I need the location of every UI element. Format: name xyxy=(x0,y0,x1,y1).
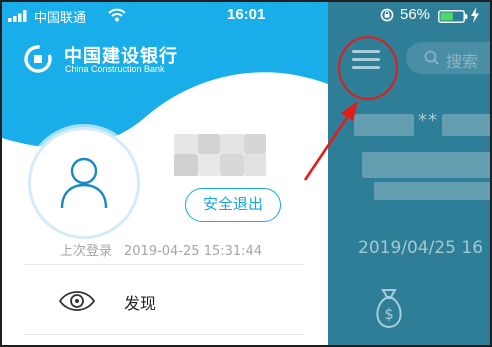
status-time: 16:01 xyxy=(227,6,266,23)
logout-button[interactable]: 安全退出 xyxy=(185,188,281,222)
signal-strength-icon xyxy=(8,10,27,22)
battery-icon xyxy=(438,10,468,23)
blurred-balance xyxy=(362,152,490,178)
money-bag-icon[interactable]: $ xyxy=(370,286,408,330)
eye-icon xyxy=(58,291,96,311)
blurred-username xyxy=(220,154,244,176)
blurred-username xyxy=(220,134,244,154)
menu-item-label: 发现 xyxy=(124,294,157,313)
carrier-name: 中国联通 xyxy=(34,11,87,26)
battery-percent: 56% xyxy=(400,6,431,23)
main-date: 2019/04/25 16 xyxy=(358,238,484,258)
app-screen: 搜索 ** 2019/04/25 16 $ 中国建设银行 China Const… xyxy=(0,0,492,347)
rotation-lock-icon xyxy=(380,8,394,22)
blurred-username xyxy=(198,134,220,154)
blurred-username xyxy=(174,154,198,176)
user-icon xyxy=(60,157,108,209)
blurred-username xyxy=(174,134,198,154)
last-login-info: 上次登录 2019-04-25 15:31:44 xyxy=(60,240,262,259)
status-bar: 中国联通 16:01 56% xyxy=(2,2,490,28)
divider xyxy=(24,264,304,265)
blurred-account-info xyxy=(442,114,490,136)
search-input[interactable]: 搜索 xyxy=(406,42,490,74)
charging-bolt-icon xyxy=(471,7,479,23)
menu-item-discover[interactable]: 发现 xyxy=(24,266,304,336)
ccb-logo-icon xyxy=(24,45,52,73)
side-drawer: 中国建设银行 China Construction Bank 安全退出 上次登录… xyxy=(2,2,328,345)
blurred-username xyxy=(244,154,266,176)
blurred-balance xyxy=(374,182,490,200)
divider xyxy=(24,334,304,335)
last-login-label: 上次登录 xyxy=(60,244,113,259)
blurred-username xyxy=(198,154,220,176)
wifi-icon xyxy=(108,8,126,22)
svg-text:$: $ xyxy=(384,305,394,323)
blurred-account-info xyxy=(354,114,414,136)
masked-account-number: ** xyxy=(418,110,438,131)
search-icon xyxy=(424,50,439,65)
blurred-username xyxy=(244,134,266,154)
avatar[interactable] xyxy=(28,127,140,239)
search-placeholder: 搜索 xyxy=(446,52,479,71)
last-login-datetime: 2019-04-25 15:31:44 xyxy=(124,244,263,259)
bank-name-english: China Construction Bank xyxy=(65,64,165,74)
annotation-circle xyxy=(338,36,398,100)
